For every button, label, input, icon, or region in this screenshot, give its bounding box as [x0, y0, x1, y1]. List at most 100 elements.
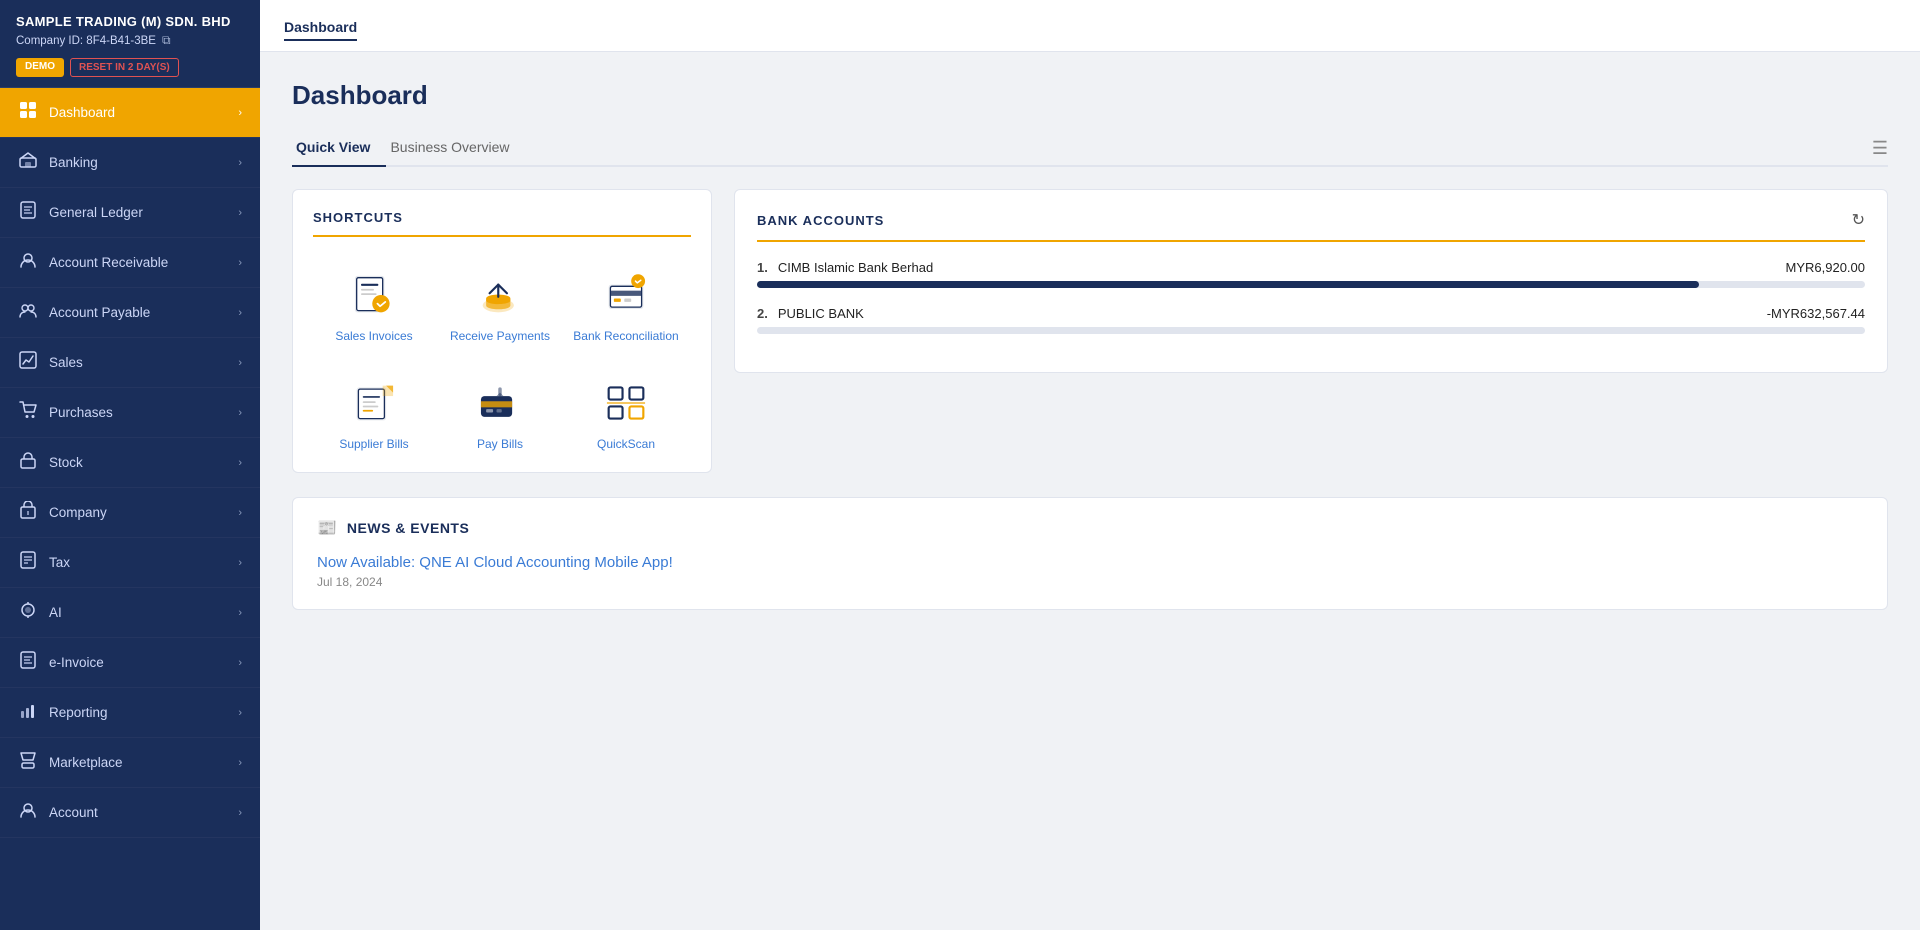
- news-item-title[interactable]: Now Available: QNE AI Cloud Accounting M…: [317, 554, 1863, 571]
- chevron-purchases: ›: [238, 407, 242, 419]
- copy-icon[interactable]: ⧉: [162, 33, 171, 48]
- e-invoice-icon: [18, 651, 38, 674]
- bank-accounts-title: BANK ACCOUNTS: [757, 213, 884, 228]
- chevron-account-receivable: ›: [238, 257, 242, 269]
- sidebar-header: SAMPLE TRADING (M) SDN. BHD Company ID: …: [0, 0, 260, 88]
- sidebar-label-stock: Stock: [49, 455, 83, 470]
- sidebar-label-general-ledger: General Ledger: [49, 205, 143, 220]
- sidebar-item-account[interactable]: Account ›: [0, 788, 260, 838]
- sidebar-item-purchases[interactable]: Purchases ›: [0, 388, 260, 438]
- topbar-tab[interactable]: Dashboard: [284, 15, 357, 41]
- chevron-ai: ›: [238, 607, 242, 619]
- shortcut-receive-payments[interactable]: Receive Payments: [439, 255, 561, 355]
- shortcut-pay-bills[interactable]: Pay Bills: [439, 363, 561, 463]
- sidebar-item-general-ledger[interactable]: General Ledger ›: [0, 188, 260, 238]
- bank-progress-track: [757, 327, 1865, 334]
- receive-payments-icon: [471, 269, 529, 321]
- shortcuts-title: SHORTCUTS: [313, 210, 691, 237]
- company-name: SAMPLE TRADING (M) SDN. BHD: [16, 14, 244, 29]
- bank-reconciliation-label: Bank Reconciliation: [573, 329, 678, 345]
- banking-icon: [18, 151, 38, 174]
- pay-bills-icon: [471, 377, 529, 429]
- quickscan-label: QuickScan: [597, 437, 655, 453]
- bank-row: 2. PUBLIC BANK -MYR632,567.44: [757, 306, 1865, 334]
- shortcuts-grid: Sales Invoices: [313, 255, 691, 462]
- chevron-dashboard: ›: [238, 107, 242, 119]
- sidebar-label-reporting: Reporting: [49, 705, 108, 720]
- bank-num: 2.: [757, 306, 768, 321]
- sidebar-label-account-receivable: Account Receivable: [49, 255, 168, 270]
- demo-badge: DEMO: [16, 58, 64, 77]
- reset-badge[interactable]: RESET IN 2 DAY(S): [70, 58, 179, 77]
- main-content: Dashboard Dashboard Quick View Business …: [260, 0, 1920, 930]
- sidebar-item-reporting[interactable]: Reporting ›: [0, 688, 260, 738]
- supplier-bills-icon: [345, 377, 403, 429]
- sidebar-label-company: Company: [49, 505, 107, 520]
- bank-progress-track: [757, 281, 1865, 288]
- tab-quick-view[interactable]: Quick View: [292, 131, 386, 167]
- ai-icon: [18, 601, 38, 624]
- shortcut-supplier-bills[interactable]: Supplier Bills: [313, 363, 435, 463]
- sidebar-label-marketplace: Marketplace: [49, 755, 123, 770]
- bank-progress-fill: [757, 281, 1699, 288]
- sidebar-label-sales: Sales: [49, 355, 83, 370]
- purchases-icon: [18, 401, 38, 424]
- chevron-e-invoice: ›: [238, 657, 242, 669]
- quickscan-icon: [597, 377, 655, 429]
- sidebar-item-company[interactable]: Company ›: [0, 488, 260, 538]
- sidebar-item-dashboard[interactable]: Dashboard ›: [0, 88, 260, 138]
- chevron-sales: ›: [238, 357, 242, 369]
- sidebar-label-e-invoice: e-Invoice: [49, 655, 104, 670]
- shortcut-sales-invoices[interactable]: Sales Invoices: [313, 255, 435, 355]
- sidebar-item-e-invoice[interactable]: e-Invoice ›: [0, 638, 260, 688]
- sidebar-item-banking[interactable]: Banking ›: [0, 138, 260, 188]
- bank-amount: MYR6,920.00: [1786, 260, 1866, 275]
- sidebar-item-account-receivable[interactable]: Account Receivable ›: [0, 238, 260, 288]
- account-payable-icon: [18, 301, 38, 324]
- tabs-row: Quick View Business Overview ☰: [292, 131, 1888, 167]
- account-receivable-icon: [18, 251, 38, 274]
- tab-business-overview[interactable]: Business Overview: [386, 131, 525, 167]
- refresh-icon[interactable]: ↻: [1852, 210, 1865, 230]
- sidebar-item-stock[interactable]: Stock ›: [0, 438, 260, 488]
- bank-name: CIMB Islamic Bank Berhad: [778, 260, 1786, 275]
- news-title: NEWS & EVENTS: [347, 520, 469, 536]
- bank-row: 1. CIMB Islamic Bank Berhad MYR6,920.00: [757, 260, 1865, 288]
- badge-row: DEMO RESET IN 2 DAY(S): [16, 58, 244, 77]
- chevron-reporting: ›: [238, 707, 242, 719]
- sidebar-item-ai[interactable]: AI ›: [0, 588, 260, 638]
- shortcut-quickscan[interactable]: QuickScan: [565, 363, 687, 463]
- stock-icon: [18, 451, 38, 474]
- page-title: Dashboard: [292, 80, 1888, 111]
- sidebar-label-account-payable: Account Payable: [49, 305, 150, 320]
- company-icon: [18, 501, 38, 524]
- chevron-account-payable: ›: [238, 307, 242, 319]
- chevron-company: ›: [238, 507, 242, 519]
- topbar: Dashboard: [260, 0, 1920, 52]
- supplier-bills-label: Supplier Bills: [339, 437, 408, 453]
- reporting-icon: [18, 701, 38, 724]
- sidebar-label-tax: Tax: [49, 555, 70, 570]
- sidebar-item-tax[interactable]: Tax ›: [0, 538, 260, 588]
- news-list: Now Available: QNE AI Cloud Accounting M…: [317, 554, 1863, 589]
- tab-list: Quick View Business Overview: [292, 131, 526, 165]
- news-icon: 📰: [317, 518, 337, 538]
- chevron-general-ledger: ›: [238, 207, 242, 219]
- receive-payments-label: Receive Payments: [450, 329, 550, 345]
- chevron-tax: ›: [238, 557, 242, 569]
- sidebar-item-account-payable[interactable]: Account Payable ›: [0, 288, 260, 338]
- chevron-marketplace: ›: [238, 757, 242, 769]
- news-panel: 📰 NEWS & EVENTS Now Available: QNE AI Cl…: [292, 497, 1888, 610]
- company-id: Company ID: 8F4-B41-3BE: [16, 35, 156, 47]
- shortcuts-panel: SHORTCUTS: [292, 189, 712, 473]
- sidebar-item-marketplace[interactable]: Marketplace ›: [0, 738, 260, 788]
- sidebar-label-dashboard: Dashboard: [49, 105, 115, 120]
- bank-reconciliation-icon: [597, 269, 655, 321]
- marketplace-icon: [18, 751, 38, 774]
- news-item-date: Jul 18, 2024: [317, 575, 1863, 589]
- menu-icon[interactable]: ☰: [1872, 138, 1888, 159]
- shortcut-bank-reconciliation[interactable]: Bank Reconciliation: [565, 255, 687, 355]
- sidebar-item-sales[interactable]: Sales ›: [0, 338, 260, 388]
- chevron-banking: ›: [238, 157, 242, 169]
- bank-accounts-panel: BANK ACCOUNTS ↻ 1. CIMB Islamic Bank Ber…: [734, 189, 1888, 373]
